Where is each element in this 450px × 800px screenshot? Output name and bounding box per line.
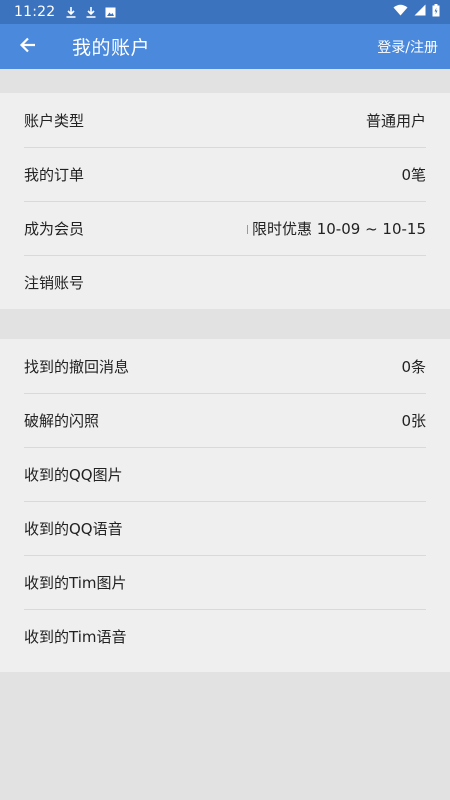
row-label: 收到的Tim图片 (24, 574, 127, 592)
arrow-left-icon (19, 36, 37, 58)
row-label: 收到的Tim语音 (24, 628, 127, 646)
separator-mark (247, 225, 248, 234)
row-label: 注销账号 (24, 274, 85, 292)
row-value: 0笔 (401, 166, 426, 184)
become-member-row[interactable]: 成为会员 限时优惠 10-09 ~ 10-15 (24, 201, 426, 255)
back-button[interactable] (0, 24, 56, 69)
row-value: 普通用户 (365, 111, 426, 130)
login-register-button[interactable]: 登录/注册 (377, 37, 438, 57)
photo-icon (105, 7, 116, 18)
row-label: 成为会员 (24, 220, 85, 238)
row-label: 找到的撤回消息 (24, 357, 130, 376)
section-divider-band (0, 317, 450, 333)
status-bar: 11:22 (0, 0, 450, 24)
row-label: 破解的闪照 (24, 412, 100, 430)
flash-photos-row[interactable]: 破解的闪照 0张 (24, 393, 426, 447)
account-type-row[interactable]: 账户类型 普通用户 (24, 93, 426, 147)
empty-background (0, 672, 450, 800)
battery-icon (432, 3, 440, 21)
tim-voice-row[interactable]: 收到的Tim语音 (24, 609, 426, 663)
page-title: 我的账户 (72, 37, 151, 59)
records-section: 找到的撤回消息 0条 破解的闪照 0张 收到的QQ图片 收到的QQ语音 收到的T… (0, 339, 450, 672)
row-label: 账户类型 (24, 111, 85, 130)
tim-images-row[interactable]: 收到的Tim图片 (24, 555, 426, 609)
my-orders-row[interactable]: 我的订单 0笔 (24, 147, 426, 201)
qq-voice-row[interactable]: 收到的QQ语音 (24, 501, 426, 555)
row-label: 收到的QQ图片 (24, 466, 123, 484)
cancel-account-row[interactable]: 注销账号 (24, 255, 426, 309)
row-label: 收到的QQ语音 (24, 520, 123, 538)
row-value: 0条 (401, 357, 426, 376)
status-time: 11:22 (14, 4, 56, 20)
signal-icon (414, 4, 426, 20)
download-icon (85, 6, 97, 18)
top-divider-band (0, 69, 450, 85)
recalled-messages-row[interactable]: 找到的撤回消息 0条 (24, 339, 426, 393)
app-bar: 我的账户 登录/注册 (0, 24, 450, 69)
row-label: 我的订单 (24, 166, 85, 184)
row-value: 0张 (401, 412, 426, 430)
wifi-icon (393, 4, 408, 20)
qq-images-row[interactable]: 收到的QQ图片 (24, 447, 426, 501)
account-section: 账户类型 普通用户 我的订单 0笔 成为会员 限时优惠 10-09 ~ 10-1… (0, 93, 450, 309)
download-icon (65, 6, 77, 18)
row-value: 限时优惠 10-09 ~ 10-15 (251, 220, 426, 238)
